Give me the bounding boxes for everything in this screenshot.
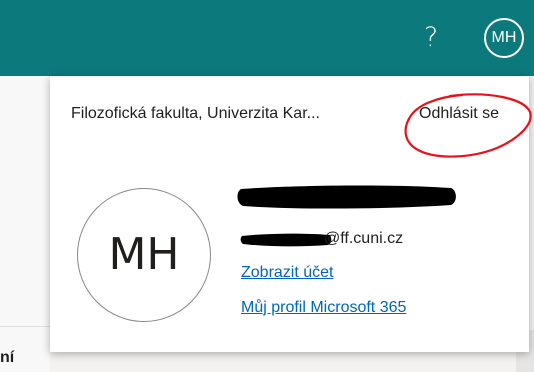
redacted-name — [237, 185, 456, 209]
sign-out-button[interactable]: Odhlásit se — [419, 105, 499, 123]
organization-name: Filozofická fakulta, Univerzita Kar... — [71, 105, 320, 122]
my-profile-link[interactable]: Můj profil Microsoft 365 — [241, 299, 406, 317]
page-partial-text: ní — [0, 349, 15, 366]
redacted-email-prefix — [240, 233, 332, 247]
email-domain: @ff.cuni.cz — [324, 230, 404, 247]
top-header-bar: ? MH — [0, 0, 534, 76]
account-avatar-button[interactable]: MH — [484, 18, 524, 58]
divider — [0, 326, 50, 327]
account-manager-panel: Filozofická fakulta, Univerzita Kar... O… — [50, 76, 532, 352]
user-avatar: MH — [77, 188, 211, 322]
background-page-left — [0, 76, 50, 372]
red-circle-annotation — [404, 93, 532, 158]
help-icon[interactable]: ? — [418, 18, 444, 58]
user-email: @ff.cuni.cz — [240, 228, 480, 250]
view-account-link[interactable]: Zobrazit účet — [241, 264, 333, 282]
